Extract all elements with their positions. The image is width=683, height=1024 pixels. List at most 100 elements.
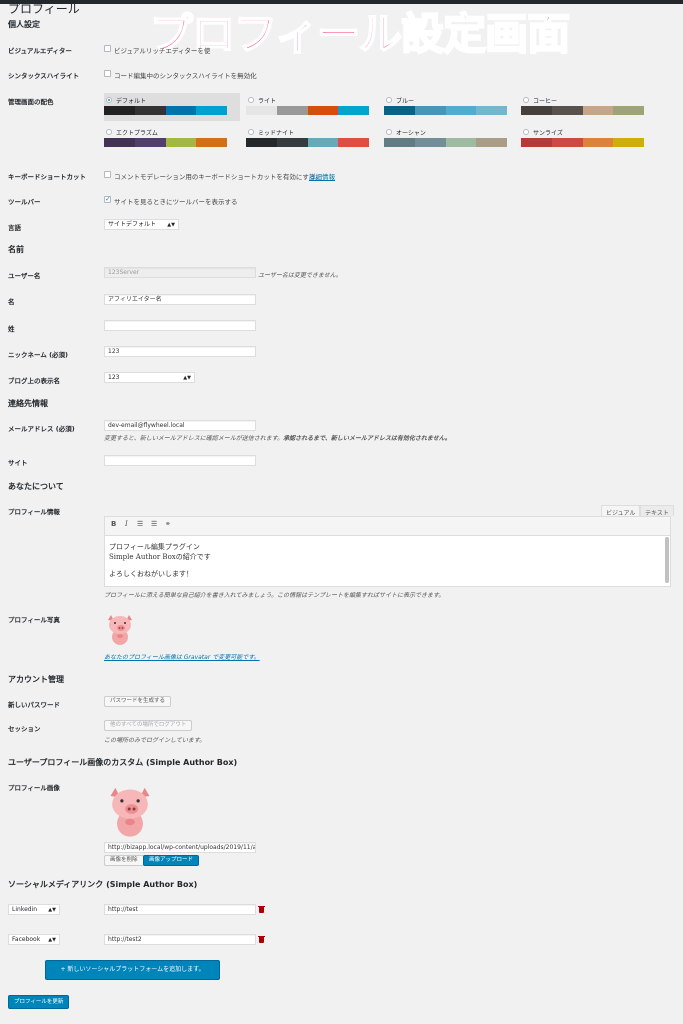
scheme-swatch <box>476 138 507 147</box>
color-scheme-option[interactable]: オーシャン <box>384 125 507 149</box>
tab-text[interactable]: テキスト <box>640 505 674 517</box>
scheme-swatch <box>104 106 135 115</box>
bullet-list-icon[interactable]: ☰ <box>137 520 143 528</box>
last-name-field[interactable] <box>104 320 256 331</box>
scheme-swatch <box>307 138 339 147</box>
email-note-2: 承認されるまで、新しいメールアドレスは有効化されません。 <box>283 435 451 442</box>
scheme-name: ブルー <box>396 98 415 105</box>
nickname-label: ニックネーム (必須) <box>8 351 69 359</box>
radio-button[interactable] <box>248 97 254 103</box>
numbered-list-icon[interactable]: ☰ <box>151 520 157 528</box>
gravatar-link[interactable]: あなたのプロフィール画像は Gravatar で変更可能です。 <box>104 652 260 661</box>
bio-editor[interactable]: B I ☰ ☰ ⚭ プロフィール編集プラグイン Simple Author Bo… <box>104 516 671 587</box>
visual-editor-checkbox[interactable] <box>104 45 111 52</box>
editor-scrollbar[interactable] <box>665 537 669 583</box>
radio-button[interactable] <box>386 97 392 103</box>
trash-icon[interactable] <box>258 906 265 913</box>
scheme-swatch <box>384 138 415 147</box>
scheme-swatch <box>134 106 166 115</box>
color-scheme-option[interactable]: サンライズ <box>521 125 644 149</box>
editor-toolbar: B I ☰ ☰ ⚭ <box>105 517 670 536</box>
scheme-name: エクトプラズム <box>116 130 158 137</box>
nickname-field[interactable]: 123 <box>104 346 256 357</box>
scheme-swatch <box>521 106 552 115</box>
keyboard-checkbox[interactable] <box>104 171 111 178</box>
link-icon[interactable]: ⚭ <box>165 520 171 528</box>
scheme-swatch <box>551 138 583 147</box>
sab-image-url-field[interactable]: http://bizapp.local/wp-content/uploads/2… <box>104 842 256 853</box>
add-social-platform-button[interactable]: + 新しいソーシャルプラットフォームを追加します。 <box>45 960 220 980</box>
radio-button[interactable] <box>106 129 112 135</box>
radio-button[interactable] <box>523 97 529 103</box>
select-arrow-icon: ▲▼ <box>48 907 56 913</box>
color-scheme-option[interactable]: デフォルト <box>104 93 227 117</box>
scheme-swatch <box>165 138 197 147</box>
scheme-name: デフォルト <box>116 98 147 105</box>
section-name: 名前 <box>8 245 24 254</box>
bio-line-2: Simple Author Boxの紹介です <box>109 553 211 561</box>
section-personal: 個人設定 <box>8 20 40 29</box>
scheme-swatch <box>104 138 135 147</box>
tab-visual[interactable]: ビジュアル <box>601 505 641 517</box>
scheme-name: ミッドナイト <box>258 130 295 137</box>
language-select[interactable]: サイトデフォルト ▲▼ <box>104 219 179 230</box>
first-name-field[interactable]: アフィリエイター名 <box>104 294 256 305</box>
section-sab: ユーザープロフィール画像のカスタム (Simple Author Box) <box>8 758 238 767</box>
scheme-swatch <box>307 106 339 115</box>
color-scheme-option[interactable]: エクトプラズム <box>104 125 227 149</box>
social-url-field-2[interactable]: http://test2 <box>104 934 256 945</box>
scheme-name: ライト <box>258 98 277 105</box>
scheme-swatch <box>445 138 477 147</box>
social-platform-select-1[interactable]: Linkedin ▲▼ <box>8 904 60 915</box>
trash-icon[interactable] <box>258 936 265 943</box>
display-name-label: ブログ上の表示名 <box>8 377 60 385</box>
color-scheme-option[interactable]: ミッドナイト <box>246 125 369 149</box>
email-note-1: 変更すると、新しいメールアドレスに確認メールが送信されます。 <box>104 435 284 442</box>
bio-label: プロフィール情報 <box>8 508 60 516</box>
social-url-field-1[interactable]: http://test <box>104 904 256 915</box>
radio-button[interactable] <box>523 129 529 135</box>
delete-image-button[interactable]: 画像を削除 <box>104 855 144 866</box>
scheme-swatch <box>196 106 227 115</box>
scheme-name: オーシャン <box>396 130 426 137</box>
section-social: ソーシャルメディアリンク (Simple Author Box) <box>8 880 198 889</box>
color-scheme-option[interactable]: ブルー <box>384 93 507 117</box>
overlay-banner: プロフィール設定画面 <box>149 9 571 61</box>
section-contact: 連絡先情報 <box>8 399 48 408</box>
select-arrow-icon: ▲▼ <box>167 222 175 228</box>
radio-button[interactable] <box>106 97 112 103</box>
radio-button[interactable] <box>248 129 254 135</box>
language-label: 言語 <box>8 224 21 232</box>
section-account: アカウント管理 <box>8 675 64 684</box>
scheme-swatch <box>134 138 166 147</box>
scheme-swatch <box>521 138 552 147</box>
display-name-select[interactable]: 123 ▲▼ <box>104 372 195 383</box>
scheme-swatch <box>384 106 415 115</box>
pig-avatar <box>108 615 132 645</box>
color-scheme-label: 管理画面の配色 <box>8 98 54 106</box>
upload-image-button[interactable]: 画像アップロード <box>143 855 200 866</box>
generate-password-button[interactable]: パスワードを生成する <box>104 696 172 707</box>
color-scheme-option[interactable]: ライト <box>246 93 369 117</box>
color-scheme-option[interactable]: コーヒー <box>521 93 644 117</box>
scheme-swatch <box>276 106 308 115</box>
scheme-swatch <box>165 106 197 115</box>
sessions-label: セッション <box>8 725 41 733</box>
email-field[interactable]: dev-email@flywheel.local <box>104 420 256 431</box>
radio-button[interactable] <box>386 129 392 135</box>
italic-icon[interactable]: I <box>125 520 128 528</box>
social-platform-1: Linkedin <box>12 906 38 913</box>
update-profile-button[interactable]: プロフィールを更新 <box>8 995 70 1009</box>
logout-everywhere-button: 他のすべての場所でログアウト <box>104 720 193 731</box>
site-field[interactable] <box>104 455 256 466</box>
syntax-checkbox[interactable] <box>104 70 111 77</box>
sessions-note: この場所のみでログインしています。 <box>104 737 206 744</box>
social-platform-select-2[interactable]: Facebook ▲▼ <box>8 934 60 945</box>
bold-icon[interactable]: B <box>111 520 116 528</box>
scheme-name: コーヒー <box>533 98 558 105</box>
toolbar-checkbox[interactable] <box>104 195 111 203</box>
scheme-swatch <box>582 106 614 115</box>
username-note: ユーザー名は変更できません。 <box>258 272 342 279</box>
sab-image-label: プロフィール画像 <box>8 784 60 792</box>
keyboard-more-link[interactable]: 詳細情報 <box>309 171 335 181</box>
